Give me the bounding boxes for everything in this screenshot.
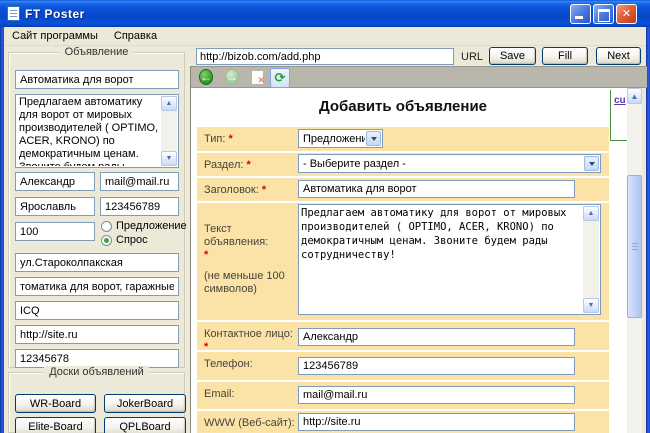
- contact-name-input[interactable]: [15, 172, 95, 191]
- scrollbar-thumb[interactable]: [627, 175, 642, 318]
- clipped-page-box: cu: [610, 90, 627, 141]
- address-input[interactable]: [15, 253, 179, 272]
- ad-description-textarea[interactable]: Предлагаем автоматику для ворот от миров…: [15, 94, 179, 168]
- fill-button[interactable]: Fill: [542, 47, 588, 65]
- maximize-button[interactable]: [593, 4, 614, 24]
- menu-help[interactable]: Справка: [106, 28, 165, 44]
- window-border-left: [0, 27, 4, 433]
- form-row-headline: Заголовок: *: [197, 178, 609, 201]
- scroll-up-icon[interactable]: ▲: [583, 206, 599, 221]
- board-elite-button[interactable]: Elite-Board: [15, 417, 96, 433]
- url-label: URL: [461, 51, 483, 63]
- textarea-scrollbar[interactable]: ▲ ▼: [583, 206, 599, 313]
- form-row-adtext: Текст объявления: * (не меньше 100 симво…: [197, 203, 609, 320]
- ad-form: Тип: * Предложение Раздел: * - Выберите …: [197, 127, 609, 433]
- phone-form-input[interactable]: [298, 357, 575, 375]
- icq-input[interactable]: [15, 301, 179, 320]
- form-row-type: Тип: * Предложение: [197, 127, 609, 151]
- website-form-input[interactable]: [298, 413, 575, 431]
- chevron-down-icon[interactable]: [584, 156, 599, 171]
- phone-input[interactable]: [100, 197, 179, 216]
- embedded-browser: ← → Добавить объявление Тип: * Предложен…: [190, 66, 646, 433]
- form-row-phone: Телефон:: [197, 352, 609, 380]
- close-button[interactable]: [616, 4, 637, 24]
- stop-icon[interactable]: [251, 70, 264, 85]
- email-form-input[interactable]: [298, 386, 575, 404]
- app-icon: [7, 6, 20, 21]
- form-row-www: WWW (Веб-сайт):: [197, 411, 609, 433]
- board-joker-button[interactable]: JokerBoard: [104, 394, 186, 413]
- boards-group: Доски объявлений WR-Board JokerBoard Eli…: [8, 372, 185, 433]
- radio-offer-label: Предложение: [116, 220, 187, 232]
- browser-toolbar: ← →: [191, 66, 647, 88]
- board-wr-button[interactable]: WR-Board: [15, 394, 96, 413]
- textarea-scrollbar[interactable]: ▲ ▼: [161, 96, 177, 166]
- form-row-email: Email:: [197, 382, 609, 409]
- form-row-contact: Контактное лицо:*: [197, 322, 609, 350]
- form-row-section: Раздел: * - Выберите раздел -: [197, 153, 609, 176]
- browser-scrollbar[interactable]: ▲: [627, 88, 642, 433]
- back-icon[interactable]: ←: [199, 68, 213, 86]
- web-page: Добавить объявление Тип: * Предложение Р…: [191, 88, 627, 433]
- menu-site[interactable]: Сайт программы: [4, 28, 106, 44]
- price-input[interactable]: [15, 222, 95, 241]
- website-input[interactable]: [15, 325, 179, 344]
- scroll-down-icon[interactable]: ▼: [583, 298, 599, 313]
- radio-offer[interactable]: Предложение: [101, 220, 187, 232]
- radio-demand-label: Спрос: [116, 234, 148, 246]
- section-select[interactable]: - Выберите раздел -: [298, 154, 601, 173]
- clipped-link[interactable]: cu: [614, 95, 626, 106]
- adtext-textarea[interactable]: Предлагаем автоматику для ворот от миров…: [298, 204, 601, 315]
- type-select[interactable]: Предложение: [298, 129, 383, 148]
- email-input[interactable]: [100, 172, 179, 191]
- city-input[interactable]: [15, 197, 95, 216]
- next-button[interactable]: Next: [596, 47, 641, 65]
- contact-person-input[interactable]: [298, 328, 575, 346]
- ad-group-title: Объявление: [9, 46, 184, 58]
- boards-group-title: Доски объявлений: [9, 366, 184, 378]
- title-bar: FT Poster: [0, 0, 650, 27]
- refresh-icon[interactable]: [270, 68, 290, 88]
- window-title: FT Poster: [25, 7, 85, 21]
- menu-bar: Сайт программы Справка: [4, 27, 646, 46]
- headline-input[interactable]: [298, 180, 575, 198]
- radio-demand[interactable]: Спрос: [101, 234, 148, 246]
- board-qpl-button[interactable]: QPLBoard: [104, 417, 186, 433]
- app-window: FT Poster Сайт программы Справка URL Sav…: [0, 0, 650, 433]
- save-button[interactable]: Save: [489, 47, 536, 65]
- ad-group: Объявление Предлагаем автоматику для вор…: [8, 52, 185, 368]
- page-title: Добавить объявление: [197, 98, 609, 115]
- forward-icon[interactable]: →: [225, 68, 239, 86]
- scroll-down-icon[interactable]: ▼: [161, 151, 177, 166]
- radio-offer-circle[interactable]: [101, 221, 112, 232]
- ad-title-input[interactable]: [15, 70, 179, 89]
- radio-demand-circle[interactable]: [101, 235, 112, 246]
- chevron-down-icon[interactable]: [366, 131, 381, 146]
- url-input[interactable]: [196, 48, 454, 65]
- scroll-up-icon[interactable]: ▲: [161, 96, 177, 111]
- keywords-input[interactable]: [15, 277, 179, 296]
- minimize-button[interactable]: [570, 4, 591, 24]
- scroll-up-icon[interactable]: ▲: [627, 88, 642, 104]
